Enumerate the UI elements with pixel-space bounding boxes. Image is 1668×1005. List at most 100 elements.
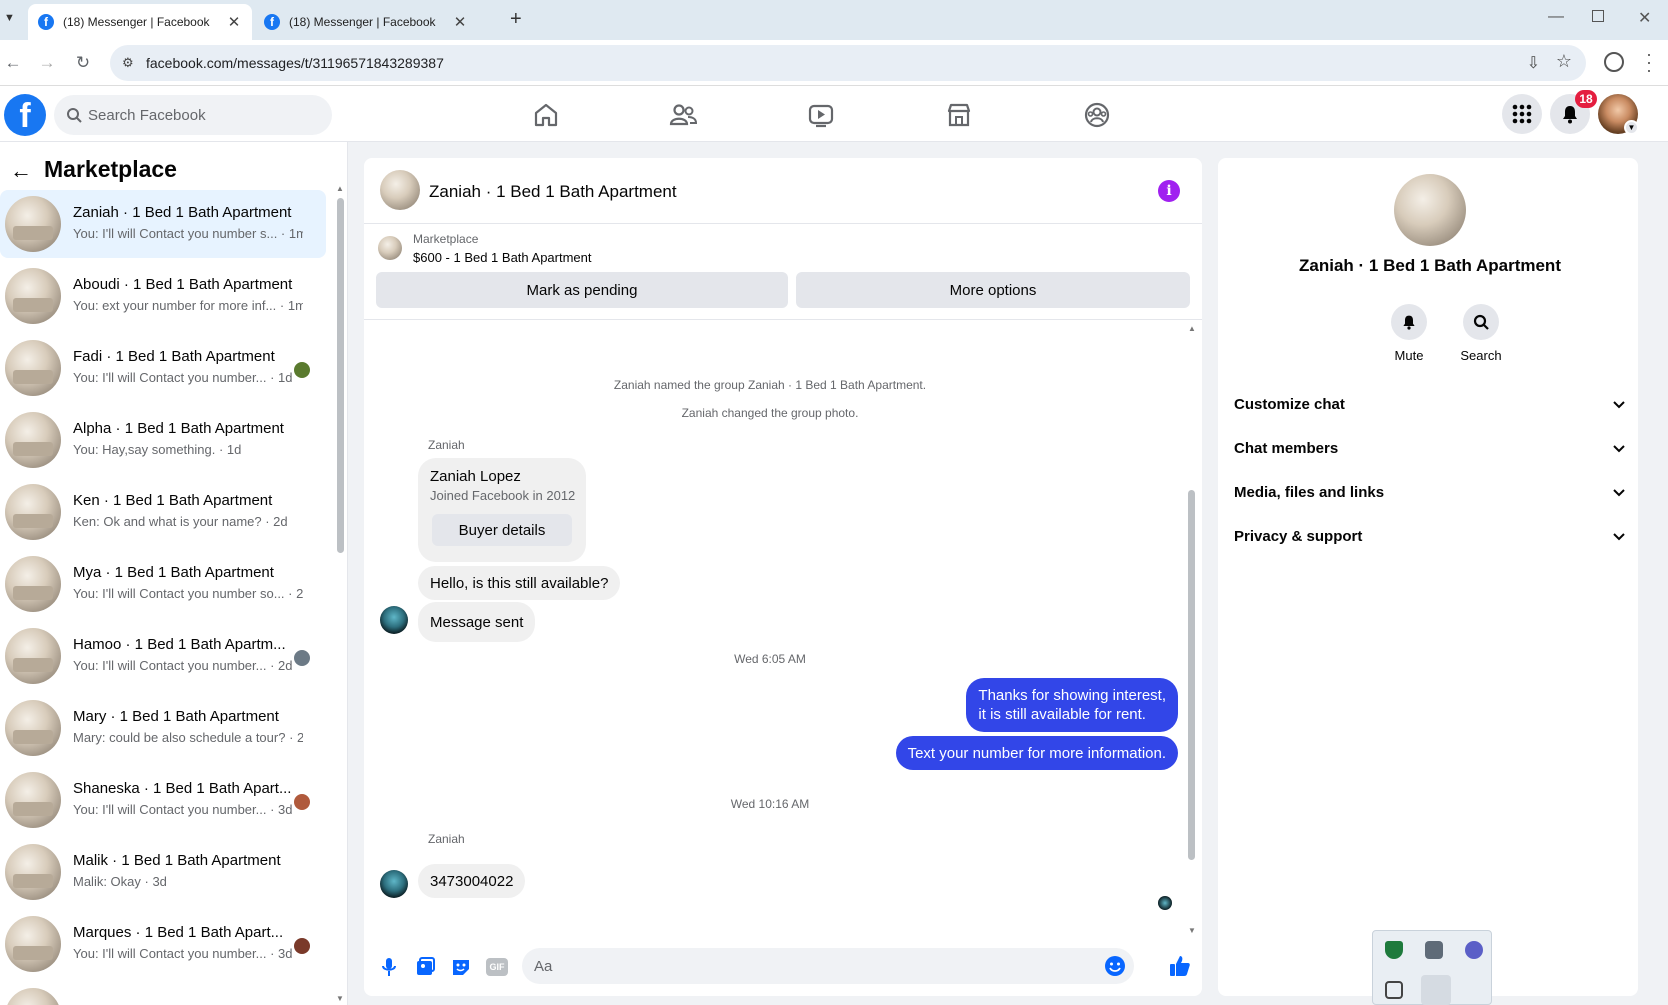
reload-icon[interactable]: ↻ [72,52,94,74]
browser-tab-2[interactable]: f (18) Messenger | Facebook ✕ [254,4,478,40]
conversation-avatar [5,196,61,252]
teams-tray-icon[interactable] [1465,941,1483,959]
close-tab-icon[interactable]: ✕ [452,13,468,31]
scroll-up-icon[interactable]: ▲ [336,184,344,193]
sticker-icon[interactable] [450,956,472,978]
facebook-favicon-icon: f [264,14,280,30]
conversation-preview: Ken: Ok and what is your name? · 2d [73,514,288,529]
conversation-item[interactable]: Aboudi · 1 Bed 1 Bath Apartment You: ext … [0,262,326,330]
mark-as-pending-button[interactable]: Mark as pending [376,272,788,308]
chat-avatar[interactable] [380,170,420,210]
conversation-item[interactable]: Mary · 1 Bed 1 Bath Apartment Mary: could… [0,694,326,762]
minimize-icon[interactable]: — [1548,8,1564,26]
back-arrow-icon[interactable]: ← [10,158,32,184]
gif-icon[interactable]: GIF [486,958,508,976]
network-tray-icon[interactable] [1425,941,1443,959]
conversation-item[interactable]: Mya · 1 Bed 1 Bath Apartment You: I'll wi… [0,550,326,618]
account-chevron-icon[interactable]: ▼ [1624,120,1639,135]
tab-search-chevron-icon[interactable]: ▼ [4,12,15,24]
timestamp: Wed 10:16 AM [730,797,810,811]
incoming-message[interactable]: 3473004022 [418,864,526,898]
microphone-icon[interactable] [378,956,400,978]
search-conversation-button[interactable]: Search [1446,304,1516,363]
mute-button[interactable]: Mute [1374,304,1444,363]
conversation-name: Malik · 1 Bed 1 Bath Apartment [73,852,281,869]
forward-icon[interactable]: → [36,52,58,74]
conversation-avatar [5,772,61,828]
search-input[interactable]: Search Facebook [54,95,332,135]
outgoing-message[interactable]: Text your number for more information. [895,736,1178,770]
site-info-icon[interactable]: ⚙ [122,55,138,71]
profile-icon[interactable] [1604,52,1624,72]
marketplace-icon[interactable] [944,100,974,130]
bookmark-star-icon[interactable]: ☆ [1556,51,1572,72]
sidebar-scrollbar[interactable] [337,198,344,553]
details-name: Zaniah · 1 Bed 1 Bath Apartment [1299,256,1561,275]
incoming-message[interactable]: Hello, is this still available? [418,566,621,600]
conversation-name: Alpha · 1 Bed 1 Bath Apartment [73,420,284,437]
conversation-item[interactable]: Marques · 1 Bed 1 Bath Apart... You: I'll… [0,910,326,978]
conversation-sidebar: ← Marketplace Zaniah · 1 Bed 1 Bath Apar… [0,142,348,1005]
groups-icon[interactable] [1082,100,1112,130]
incoming-message[interactable]: Message sent [418,602,536,642]
pen-tray-icon[interactable] [1421,975,1451,1005]
sender-avatar [380,870,408,898]
media-files-links-section[interactable]: Media, files and links [1234,472,1626,512]
scroll-up-icon[interactable]: ▲ [1188,324,1196,333]
chat-title[interactable]: Zaniah · 1 Bed 1 Bath Apartment [429,182,677,202]
friends-icon[interactable] [668,100,698,130]
listing-title[interactable]: $600 - 1 Bed 1 Bath Apartment [413,250,592,265]
like-thumb-icon[interactable] [1168,954,1192,978]
tab-title: (18) Messenger | Facebook [289,15,436,29]
conversation-item-partial[interactable] [0,982,326,1005]
section-title: Customize chat [1234,395,1345,413]
marketplace-label: Marketplace [413,232,479,246]
buyer-joined: Joined Facebook in 2012 [430,488,576,503]
conversation-item[interactable]: Ken · 1 Bed 1 Bath Apartment Ken: Ok and … [0,478,326,546]
scroll-down-icon[interactable]: ▼ [1188,926,1196,935]
conversation-item[interactable]: Zaniah · 1 Bed 1 Bath Apartment You: I'll… [0,190,326,258]
browser-menu-icon[interactable]: · · · [1646,45,1652,79]
details-avatar[interactable] [1394,174,1466,246]
more-options-button[interactable]: More options [796,272,1190,308]
conversation-avatar [5,916,61,972]
message-composer: GIF Aa [364,940,1202,996]
buyer-details-button[interactable]: Buyer details [432,514,572,546]
conversation-item[interactable]: Hamoo · 1 Bed 1 Bath Apartm... You: I'll … [0,622,326,690]
back-icon[interactable]: ← [2,52,24,74]
conversation-name: Zaniah · 1 Bed 1 Bath Apartment [73,204,292,221]
scroll-down-icon[interactable]: ▼ [336,994,344,1003]
privacy-support-section[interactable]: Privacy & support [1234,516,1626,556]
conversation-item[interactable]: Alpha · 1 Bed 1 Bath Apartment You: Hay,s… [0,406,326,474]
listing-thumbnail[interactable] [378,236,402,260]
new-tab-icon[interactable]: + [510,8,522,31]
close-tab-icon[interactable]: ✕ [226,13,242,31]
conversation-name: Shaneska · 1 Bed 1 Bath Apart... [73,780,292,797]
url-field[interactable]: ⚙ facebook.com/messages/t/31196571843289… [110,45,1586,81]
mute-label: Mute [1394,348,1424,363]
restore-icon[interactable] [1592,10,1604,22]
photo-icon[interactable] [414,956,436,978]
chat-members-section[interactable]: Chat members [1234,428,1626,468]
outgoing-message[interactable]: Thanks for showing interest, it is still… [966,678,1178,732]
browser-tab-1[interactable]: f (18) Messenger | Facebook ✕ [28,4,252,40]
customize-chat-section[interactable]: Customize chat [1234,384,1626,424]
emoji-icon[interactable] [1104,955,1126,977]
meet-now-icon[interactable] [1385,981,1403,999]
info-icon[interactable]: i [1158,180,1180,202]
close-window-icon[interactable]: ✕ [1638,8,1651,28]
thread-scrollbar[interactable] [1188,490,1195,860]
conversation-item[interactable]: Fadi · 1 Bed 1 Bath Apartment You: I'll w… [0,334,326,402]
message-input[interactable]: Aa [522,948,1134,984]
menu-grid-button[interactable] [1502,94,1542,134]
install-app-icon[interactable]: ⇩ [1527,53,1540,73]
buyer-card: Zaniah Lopez Joined Facebook in 2012 Buy… [418,458,586,562]
security-shield-icon[interactable] [1385,941,1403,959]
chevron-down-icon [1613,489,1625,497]
conversation-item[interactable]: Malik · 1 Bed 1 Bath Apartment Malik: Oka… [0,838,326,906]
home-icon[interactable] [531,100,561,130]
video-icon[interactable] [806,100,836,130]
conversation-item[interactable]: Shaneska · 1 Bed 1 Bath Apart... You: I'l… [0,766,326,834]
browser-tab-bar: ▼ f (18) Messenger | Facebook ✕ f (18) M… [0,0,1668,40]
facebook-logo-icon[interactable]: f [4,94,46,136]
